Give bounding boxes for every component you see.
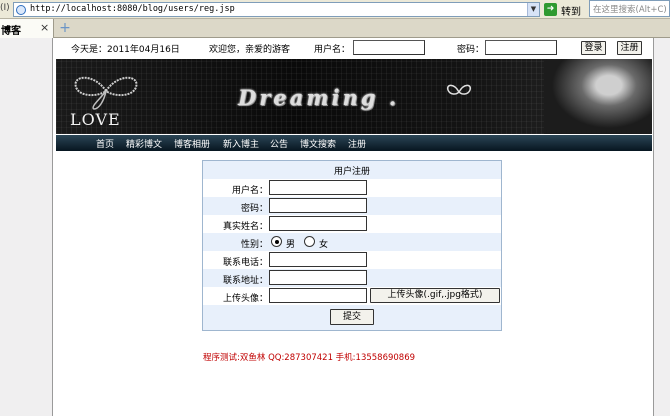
form-gender-label: 性别： xyxy=(240,240,268,250)
register-form: 用户注册 用户名： 密码： 真实姓名： 性别： 男 女 联系电话： 联系地址： … xyxy=(202,160,502,331)
tab-bar: 博客 × + xyxy=(0,19,670,38)
realname-row: 真实姓名： xyxy=(203,215,501,233)
banner-love-text: LOVE xyxy=(70,110,121,129)
login-button[interactable]: 登录 xyxy=(581,41,606,55)
tab-blog[interactable]: 博客 × xyxy=(0,19,54,38)
tab-label: 博客 xyxy=(1,26,21,37)
search-input[interactable]: 在这里搜索(Alt+C) xyxy=(589,0,670,17)
gender-male-radio[interactable] xyxy=(271,236,282,247)
nav-item-register[interactable]: 注册 xyxy=(348,137,366,150)
url-text: http://localhost:8080/blog/users/reg.jsp xyxy=(30,4,235,14)
username-input[interactable] xyxy=(269,180,367,195)
form-realname-label: 真实姓名： xyxy=(222,222,268,232)
date-text: 今天是：2011年04月16日 xyxy=(71,45,180,55)
username-label: 用户名： xyxy=(314,45,351,55)
gender-female-label: 女 xyxy=(319,240,329,250)
developer-credit: 程序测试:双鱼林 QQ:287307421 手机:13558690869 xyxy=(203,353,416,363)
gender-male-label: 男 xyxy=(286,240,296,250)
password-label: 密码： xyxy=(457,45,485,55)
avatar-row: 上传头像： 上传头像(.gif,.jpg格式) xyxy=(203,287,501,305)
realname-input[interactable] xyxy=(269,216,367,231)
address-input[interactable] xyxy=(269,270,367,285)
page-container: 今天是：2011年04月16日 欢迎您，亲爱的游客 用户名： 密码： 登录 注册… xyxy=(52,38,654,416)
top-username-input[interactable] xyxy=(353,40,425,55)
form-avatar-label: 上传头像： xyxy=(222,294,268,304)
phone-row: 联系电话： xyxy=(203,251,501,269)
avatar-file-input[interactable] xyxy=(269,288,367,303)
password-input[interactable] xyxy=(269,198,367,213)
address-row: 联系地址： xyxy=(203,269,501,287)
top-password-input[interactable] xyxy=(485,40,557,55)
form-title: 用户注册 xyxy=(333,167,370,177)
nav-item-notice[interactable]: 公告 xyxy=(270,137,288,150)
nav-item-album[interactable]: 博客相册 xyxy=(174,137,210,150)
chevron-down-icon[interactable]: ▼ xyxy=(527,3,539,16)
register-button[interactable]: 注册 xyxy=(617,41,642,55)
login-bar: 今天是：2011年04月16日 欢迎您，亲爱的游客 用户名： 密码： 登录 注册 xyxy=(53,38,653,58)
password-row: 密码： xyxy=(203,197,501,215)
header-banner: LOVE Dreaming . xyxy=(56,59,652,134)
username-row: 用户名： xyxy=(203,179,501,197)
url-input[interactable]: http://localhost:8080/blog/users/reg.jsp… xyxy=(13,2,540,17)
go-label: 转到 xyxy=(561,7,581,18)
phone-input[interactable] xyxy=(269,252,367,267)
close-icon[interactable]: × xyxy=(40,21,49,34)
form-address-label: 联系地址： xyxy=(222,276,268,286)
form-title-row: 用户注册 xyxy=(203,161,501,179)
address-label: (I) xyxy=(0,3,10,13)
address-bar: (I) http://localhost:8080/blog/users/reg… xyxy=(0,0,670,19)
form-username-label: 用户名： xyxy=(231,186,268,196)
new-tab-icon[interactable]: + xyxy=(58,21,72,35)
welcome-text: 欢迎您，亲爱的游客 xyxy=(209,45,291,55)
banner-portrait xyxy=(544,59,652,134)
nav-item-new-bloggers[interactable]: 新入博主 xyxy=(223,137,259,150)
nav-bar: 首页 精彩博文 博客相册 新入博主 公告 博文搜索 注册 xyxy=(56,135,652,151)
form-password-label: 密码： xyxy=(240,204,268,214)
avatar-upload-button[interactable]: 上传头像(.gif,.jpg格式) xyxy=(370,288,500,303)
gender-row: 性别： 男 女 xyxy=(203,233,501,251)
go-arrow-icon: ➜ xyxy=(544,3,557,16)
go-button[interactable]: ➜ 转到 xyxy=(544,2,588,18)
nav-item-search[interactable]: 博文搜索 xyxy=(300,137,336,150)
page-icon xyxy=(16,5,26,15)
page-background: 今天是：2011年04月16日 欢迎您，亲爱的游客 用户名： 密码： 登录 注册… xyxy=(0,38,670,416)
form-phone-label: 联系电话： xyxy=(222,258,268,268)
submit-row: 提交 xyxy=(203,305,501,330)
gender-female-radio[interactable] xyxy=(304,236,315,247)
nav-item-featured[interactable]: 精彩博文 xyxy=(126,137,162,150)
search-placeholder: 在这里搜索(Alt+C) xyxy=(593,5,667,15)
submit-button[interactable]: 提交 xyxy=(330,309,374,325)
banner-title: Dreaming . xyxy=(238,85,400,110)
nav-item-home[interactable]: 首页 xyxy=(96,137,114,150)
butterfly-icon xyxy=(74,76,138,110)
radio-selected-dot xyxy=(275,240,279,244)
small-butterfly-icon xyxy=(446,84,472,95)
